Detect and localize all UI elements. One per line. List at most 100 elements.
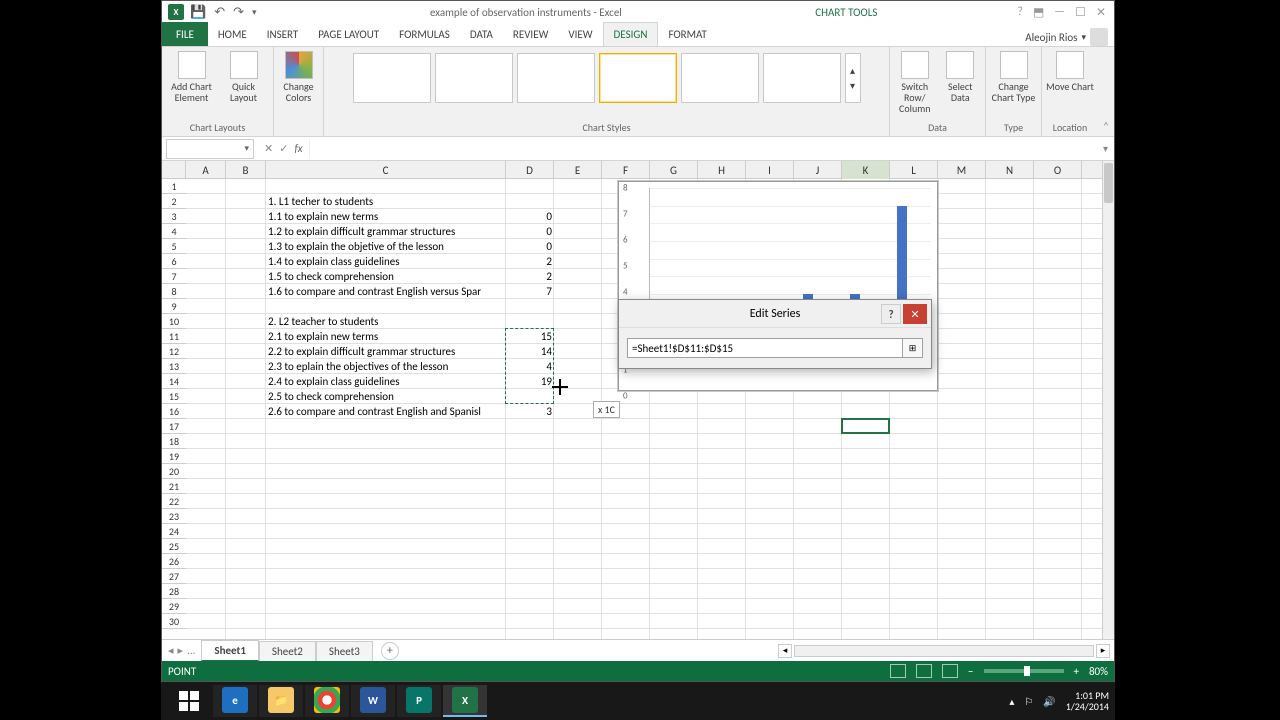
zoom-out-icon[interactable]: − [968, 665, 973, 678]
row-header-30[interactable]: 30 [162, 614, 186, 629]
row-header-23[interactable]: 23 [162, 509, 186, 524]
taskbar-word[interactable]: W [351, 685, 395, 717]
sheet-nav-next-icon[interactable]: ▸ [178, 644, 184, 657]
formula-input[interactable] [309, 139, 1097, 159]
chart-style-3[interactable] [517, 53, 595, 103]
column-header-H[interactable]: H [698, 161, 746, 179]
zoom-slider[interactable] [984, 669, 1064, 673]
row-header-15[interactable]: 15 [162, 389, 186, 404]
collapse-ribbon-icon[interactable]: ^ [1098, 47, 1114, 136]
column-header-I[interactable]: I [746, 161, 794, 179]
row-header-29[interactable]: 29 [162, 599, 186, 614]
row-header-26[interactable]: 26 [162, 554, 186, 569]
column-header-L[interactable]: L [890, 161, 938, 179]
expand-formula-icon[interactable]: ▾ [1097, 142, 1114, 155]
row-header-7[interactable]: 7 [162, 269, 186, 284]
zoom-in-icon[interactable]: + [1074, 665, 1079, 678]
chart-style-2[interactable] [435, 53, 513, 103]
close-icon[interactable]: ✕ [1096, 5, 1106, 20]
row-header-18[interactable]: 18 [162, 434, 186, 449]
cancel-formula-icon[interactable]: ✕ [264, 142, 273, 155]
add-sheet-button[interactable]: + [381, 642, 399, 660]
tab-file[interactable]: FILE [162, 22, 208, 46]
sheet-tab-3[interactable]: Sheet3 [316, 641, 373, 661]
column-header-K[interactable]: K [842, 161, 890, 179]
cell-C10[interactable]: 2. L2 teacher to students [266, 314, 586, 329]
cell-D8[interactable]: 7 [506, 284, 554, 299]
tab-design[interactable]: DESIGN [603, 22, 659, 46]
normal-view-icon[interactable] [890, 664, 906, 678]
cell-D3[interactable]: 0 [506, 209, 554, 224]
tab-format[interactable]: FORMAT [658, 22, 716, 46]
hscroll-right-icon[interactable]: ▸ [1096, 644, 1110, 658]
select-data-button[interactable]: Select Data [940, 49, 982, 103]
row-header-8[interactable]: 8 [162, 284, 186, 299]
taskbar-clock[interactable]: 1:01 PM 1/24/2014 [1066, 690, 1109, 712]
row-header-27[interactable]: 27 [162, 569, 186, 584]
start-button[interactable] [167, 685, 211, 717]
row-header-4[interactable]: 4 [162, 224, 186, 239]
taskbar-ie[interactable]: e [213, 685, 257, 717]
undo-icon[interactable]: ↶ [214, 5, 225, 20]
row-header-16[interactable]: 16 [162, 404, 186, 419]
row-header-24[interactable]: 24 [162, 524, 186, 539]
column-header-G[interactable]: G [650, 161, 698, 179]
change-colors-button[interactable]: Change Colors [278, 49, 319, 103]
column-header-D[interactable]: D [506, 161, 554, 179]
row-header-9[interactable]: 9 [162, 299, 186, 314]
chart-styles-gallery[interactable]: ▴▾ [353, 53, 861, 103]
column-headers[interactable]: ABCDEFGHIJKLMNO [186, 161, 1102, 179]
cell-D4[interactable]: 0 [506, 224, 554, 239]
column-header-J[interactable]: J [794, 161, 842, 179]
horizontal-scrollbar[interactable]: ◂ ▸ [778, 644, 1114, 658]
cell-D16[interactable]: 3 [506, 404, 554, 419]
collapse-dialog-icon[interactable]: ⊞ [903, 338, 923, 358]
hscroll-left-icon[interactable]: ◂ [778, 644, 792, 658]
cell-C2[interactable]: 1. L1 techer to students [266, 194, 586, 209]
row-header-6[interactable]: 6 [162, 254, 186, 269]
row-header-3[interactable]: 3 [162, 209, 186, 224]
row-header-19[interactable]: 19 [162, 449, 186, 464]
taskbar-explorer[interactable]: 📁 [259, 685, 303, 717]
sheet-nav-prev-icon[interactable]: ◂ [168, 644, 174, 657]
column-header-A[interactable]: A [186, 161, 226, 179]
vertical-scrollbar[interactable] [1102, 161, 1114, 639]
taskbar-chrome[interactable] [305, 685, 349, 717]
fx-icon[interactable]: fx [294, 142, 302, 155]
column-header-M[interactable]: M [938, 161, 986, 179]
dialog-close-button[interactable]: ✕ [903, 304, 927, 324]
account-menu[interactable]: Aleojin Rios ▾ [1025, 28, 1114, 46]
maximize-icon[interactable]: ☐ [1075, 5, 1086, 20]
row-header-20[interactable]: 20 [162, 464, 186, 479]
tab-review[interactable]: REVIEW [503, 22, 559, 46]
zoom-level[interactable]: 80% [1089, 665, 1108, 678]
sheet-nav-more[interactable]: ... [187, 644, 195, 657]
row-header-14[interactable]: 14 [162, 374, 186, 389]
row-header-17[interactable]: 17 [162, 419, 186, 434]
name-box[interactable]: ▾ [166, 139, 254, 159]
help-icon[interactable]: ? [1017, 5, 1023, 20]
tray-flag-icon[interactable]: ⚐ [1024, 695, 1033, 708]
redo-icon[interactable]: ↷ [233, 5, 244, 20]
chart-styles-more[interactable]: ▴▾ [845, 53, 861, 103]
enter-formula-icon[interactable]: ✓ [279, 142, 288, 155]
column-header-E[interactable]: E [554, 161, 602, 179]
column-header-N[interactable]: N [986, 161, 1034, 179]
cell-D7[interactable]: 2 [506, 269, 554, 284]
column-header-B[interactable]: B [226, 161, 266, 179]
column-header-F[interactable]: F [602, 161, 650, 179]
tab-view[interactable]: VIEW [558, 22, 602, 46]
row-header-5[interactable]: 5 [162, 239, 186, 254]
row-header-13[interactable]: 13 [162, 359, 186, 374]
quick-layout-button[interactable]: Quick Layout [220, 49, 268, 103]
series-values-input[interactable] [627, 338, 903, 358]
page-layout-view-icon[interactable] [916, 664, 932, 678]
tab-formulas[interactable]: FORMULAS [389, 22, 460, 46]
cell-D6[interactable]: 2 [506, 254, 554, 269]
ribbon-display-icon[interactable]: ⬒ [1033, 5, 1044, 20]
dialog-help-button[interactable]: ? [881, 304, 901, 324]
row-header-28[interactable]: 28 [162, 584, 186, 599]
tab-page-layout[interactable]: PAGE LAYOUT [308, 22, 389, 46]
sheet-tab-1[interactable]: Sheet1 [201, 640, 259, 662]
add-chart-element-button[interactable]: Add Chart Element [168, 49, 216, 103]
